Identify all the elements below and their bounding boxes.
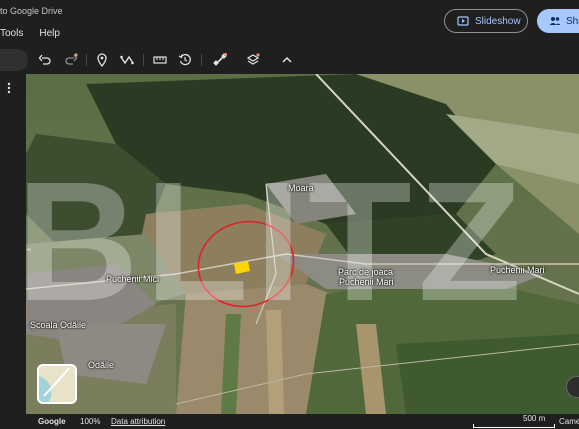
place-label-parc-line2[interactable]: Puchenii Mari bbox=[339, 277, 394, 287]
layers-icon[interactable] bbox=[244, 51, 262, 69]
path-icon[interactable] bbox=[118, 51, 136, 69]
divider bbox=[86, 54, 87, 66]
placemark-icon[interactable] bbox=[93, 51, 111, 69]
google-logo: Google bbox=[38, 417, 66, 426]
saved-status: to Google Drive bbox=[0, 6, 63, 16]
place-label-moara[interactable]: Moara bbox=[288, 183, 314, 193]
satellite-icon[interactable] bbox=[211, 51, 229, 69]
watermark-text: BLITZ bbox=[26, 147, 528, 337]
people-icon bbox=[549, 17, 561, 25]
status-bar: Google 100% Data attribution 500 m Camer… bbox=[0, 414, 579, 429]
share-button[interactable]: Sha bbox=[537, 9, 579, 33]
zoom-level: 100% bbox=[80, 417, 101, 426]
divider bbox=[201, 54, 202, 66]
slideshow-label: Slideshow bbox=[475, 15, 521, 27]
ruler-icon[interactable] bbox=[151, 51, 169, 69]
scale-label: 500 m bbox=[523, 414, 546, 423]
more-options-icon[interactable] bbox=[2, 80, 16, 96]
data-attribution-link[interactable]: Data attribution bbox=[111, 417, 165, 426]
place-label-odaile[interactable]: Odăile bbox=[88, 360, 114, 370]
top-bar: to Google Drive Tools Help Slideshow Sha bbox=[0, 0, 579, 46]
place-label-puchenii-mici[interactable]: Puchenii Mici bbox=[106, 274, 159, 284]
scale-bar bbox=[473, 424, 555, 428]
slideshow-button[interactable]: Slideshow bbox=[444, 9, 528, 33]
historical-imagery-icon[interactable] bbox=[176, 51, 194, 69]
menu-help[interactable]: Help bbox=[39, 28, 60, 39]
place-label-puchenii-mari[interactable]: Puchenii Mari bbox=[490, 265, 545, 275]
share-label: Sha bbox=[566, 15, 579, 27]
menu-tools[interactable]: Tools bbox=[0, 28, 23, 39]
map-viewport[interactable]: BLITZ Moara Puchenii Mici Parc de joaca … bbox=[26, 74, 579, 414]
menu-bar: Tools Help bbox=[0, 28, 60, 39]
slideshow-icon bbox=[457, 16, 469, 26]
left-panel bbox=[0, 74, 26, 414]
place-label-parc[interactable]: Parc de joaca bbox=[338, 267, 393, 277]
redo-icon[interactable] bbox=[62, 51, 80, 69]
place-label-scoala[interactable]: Școala Odăile bbox=[30, 320, 86, 330]
chevron-up-icon[interactable] bbox=[278, 51, 296, 69]
minimap-thumbnail[interactable] bbox=[37, 364, 77, 404]
camera-info: Camera bbox=[559, 417, 579, 426]
search-input[interactable] bbox=[0, 49, 28, 71]
toolbar bbox=[0, 46, 579, 74]
divider bbox=[143, 54, 144, 66]
undo-icon[interactable] bbox=[36, 51, 54, 69]
collapse-panel-icon[interactable]: ◂ bbox=[26, 244, 34, 260]
